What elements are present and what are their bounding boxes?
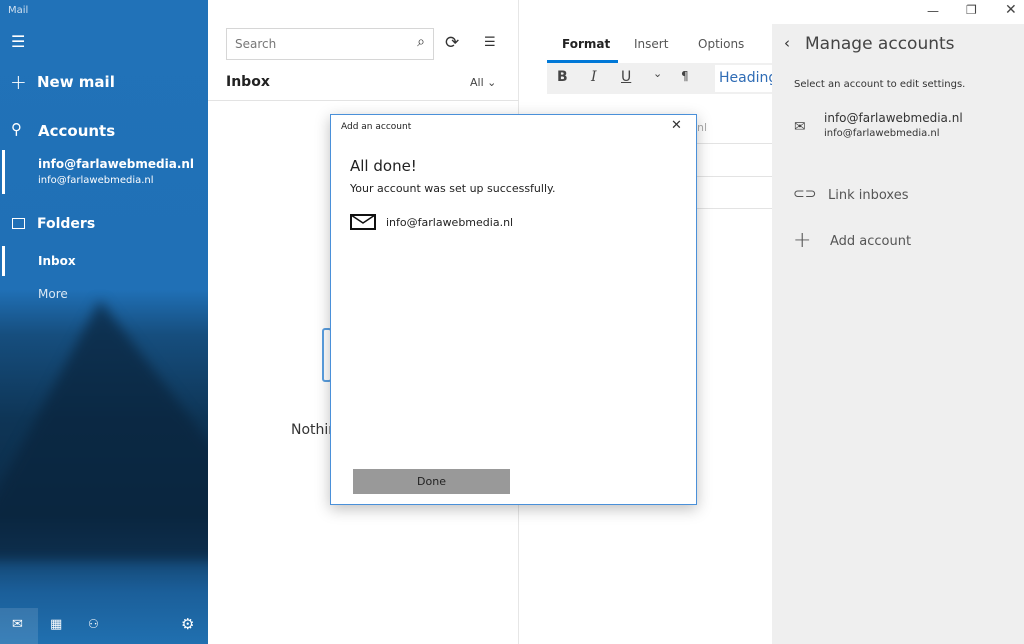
underline-button[interactable]: U [621, 69, 631, 85]
mail-icon [350, 214, 376, 230]
panel-subtitle: Select an account to edit settings. [794, 79, 966, 90]
filter-value: All [470, 76, 484, 89]
panel-title: Manage accounts [805, 34, 955, 54]
from-field-text: nl [697, 121, 708, 134]
new-mail-label: New mail [37, 73, 115, 91]
sync-icon[interactable]: ⟳ [445, 33, 459, 53]
account-name: info@farlawebmedia.nl [38, 157, 195, 171]
link-icon: ⊂⊃ [793, 186, 817, 202]
add-account-dialog: Add an account ✕ All done! Your account … [330, 114, 697, 505]
settings-gear-icon[interactable]: ⚙ [181, 615, 194, 633]
mail-icon: ✉ [12, 617, 23, 632]
folder-icon [12, 218, 25, 229]
folder-label: Inbox [38, 254, 76, 268]
new-mail-button[interactable]: + New mail [10, 70, 200, 94]
dialog-heading: All done! [350, 157, 417, 175]
done-label: Done [417, 475, 446, 488]
account-email: info@farlawebmedia.nl [38, 175, 154, 186]
plus-icon: + [10, 70, 27, 94]
divider [208, 100, 519, 101]
folder-label: More [38, 287, 68, 301]
plus-icon: + [793, 228, 812, 253]
person-icon: ⚲ [11, 120, 22, 138]
done-button[interactable]: Done [353, 469, 510, 494]
hamburger-menu-icon[interactable]: ☰ [11, 32, 25, 51]
manage-accounts-panel: ‹ Manage accounts Select an account to e… [772, 24, 1024, 644]
background-mountain [0, 300, 208, 560]
sidebar: Mail ☰ + New mail ⚲ Accounts info@farlaw… [0, 0, 208, 644]
account-item[interactable]: ✉ info@farlawebmedia.nl info@farlawebmed… [782, 108, 1014, 148]
minimize-button[interactable]: — [927, 4, 939, 18]
account-email: info@farlawebmedia.nl [386, 216, 514, 229]
app-title: Mail [8, 5, 29, 16]
link-inboxes-label: Link inboxes [828, 188, 909, 203]
search-placeholder: Search [235, 37, 277, 51]
accounts-button[interactable]: ⚲ Accounts [10, 120, 200, 144]
people-icon[interactable]: ⚇ [88, 617, 99, 631]
folder-title: Inbox [226, 74, 270, 90]
sidebar-account-item[interactable]: info@farlawebmedia.nl info@farlawebmedia… [0, 150, 208, 194]
sidebar-item-more[interactable]: More [0, 280, 208, 308]
italic-button[interactable]: I [591, 69, 597, 85]
filter-dropdown[interactable]: All ⌄ [470, 76, 496, 89]
calendar-icon[interactable]: ▦ [50, 617, 62, 632]
search-icon[interactable]: ⌕ [417, 34, 425, 50]
tab-format[interactable]: Format [562, 37, 610, 51]
sidebar-item-inbox[interactable]: Inbox [0, 246, 208, 276]
tab-insert[interactable]: Insert [634, 37, 668, 51]
folders-button[interactable]: Folders [10, 214, 200, 238]
add-account-button[interactable]: + Add account [782, 228, 1014, 256]
close-window-button[interactable]: ✕ [1005, 2, 1017, 18]
style-value: Heading [719, 70, 772, 86]
dialog-title: Add an account [341, 122, 412, 132]
add-account-label: Add account [830, 234, 912, 249]
selection-mode-icon[interactable]: ☰ [484, 35, 496, 50]
bold-button[interactable]: B [557, 69, 568, 85]
search-input[interactable]: Search ⌕ [226, 28, 434, 60]
restore-button[interactable]: ❐ [966, 3, 977, 17]
tab-options[interactable]: Options [698, 37, 744, 51]
account-email: info@farlawebmedia.nl [824, 128, 940, 139]
mail-nav-button[interactable]: ✉ [0, 608, 38, 644]
close-icon[interactable]: ✕ [671, 118, 682, 133]
mail-icon: ✉ [794, 119, 806, 135]
style-dropdown[interactable]: Heading [715, 65, 772, 92]
dialog-message: Your account was set up successfully. [350, 182, 556, 195]
account-name: info@farlawebmedia.nl [824, 111, 963, 125]
link-inboxes-button[interactable]: ⊂⊃ Link inboxes [782, 184, 1014, 210]
accounts-label: Accounts [38, 122, 116, 140]
paragraph-format-icon[interactable]: ¶ [681, 69, 689, 83]
back-chevron-icon[interactable]: ‹ [784, 34, 790, 52]
folders-label: Folders [37, 216, 96, 232]
format-toolbar: B I U ⌄ ¶ Heading [547, 63, 772, 94]
chevron-down-icon: ⌄ [487, 76, 497, 89]
chevron-down-icon[interactable]: ⌄ [653, 67, 662, 80]
